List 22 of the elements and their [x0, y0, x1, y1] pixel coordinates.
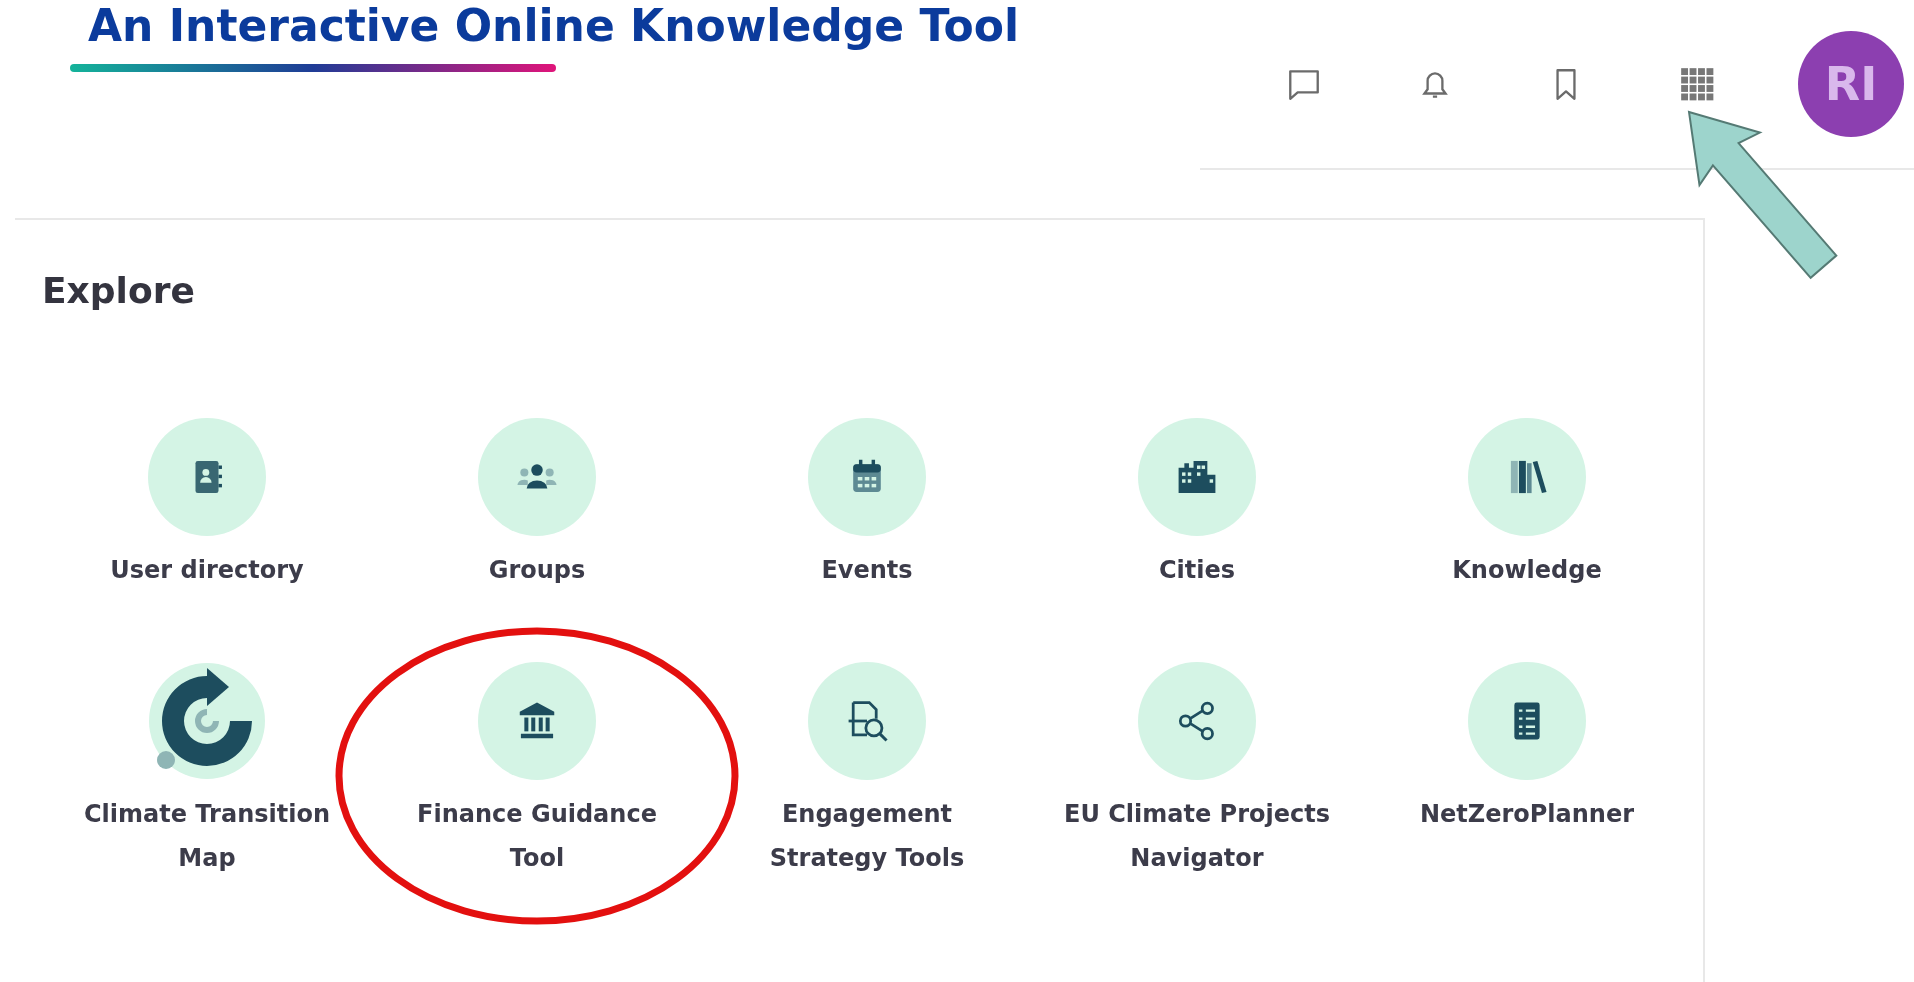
app-label: NetZeroPlanner [1419, 799, 1635, 830]
app-tile[interactable]: Knowledge [1452, 418, 1602, 592]
app-tile[interactable]: Engagement Strategy Tools [722, 662, 1012, 880]
section-title: Explore [42, 269, 196, 313]
app-label: Finance Guidance Tool [416, 799, 658, 874]
app-label: EU Climate Projects Navigator [1063, 799, 1331, 874]
app-tile[interactable]: Cities [1138, 418, 1256, 592]
app-tile[interactable]: Climate Transition Map [62, 662, 352, 880]
app-tile[interactable]: Events [808, 418, 926, 592]
app-label: User directory [110, 555, 304, 586]
app-tile[interactable]: NetZeroPlanner [1419, 662, 1635, 836]
app-label: Groups [488, 555, 586, 586]
app-tile[interactable]: Finance Guidance Tool [392, 662, 682, 880]
app-label: Climate Transition Map [83, 799, 331, 874]
app-label: Cities [1158, 555, 1236, 586]
app-label: Engagement Strategy Tools [768, 799, 966, 874]
app-label: Knowledge [1452, 555, 1602, 586]
app-tile[interactable]: User directory [110, 418, 304, 592]
app-tile[interactable]: Groups [478, 418, 596, 592]
app-tile[interactable]: EU Climate Projects Navigator [1052, 662, 1342, 880]
slide-title: An Interactive Online Knowledge Tool [88, 4, 1020, 48]
app-label: Events [821, 555, 913, 586]
